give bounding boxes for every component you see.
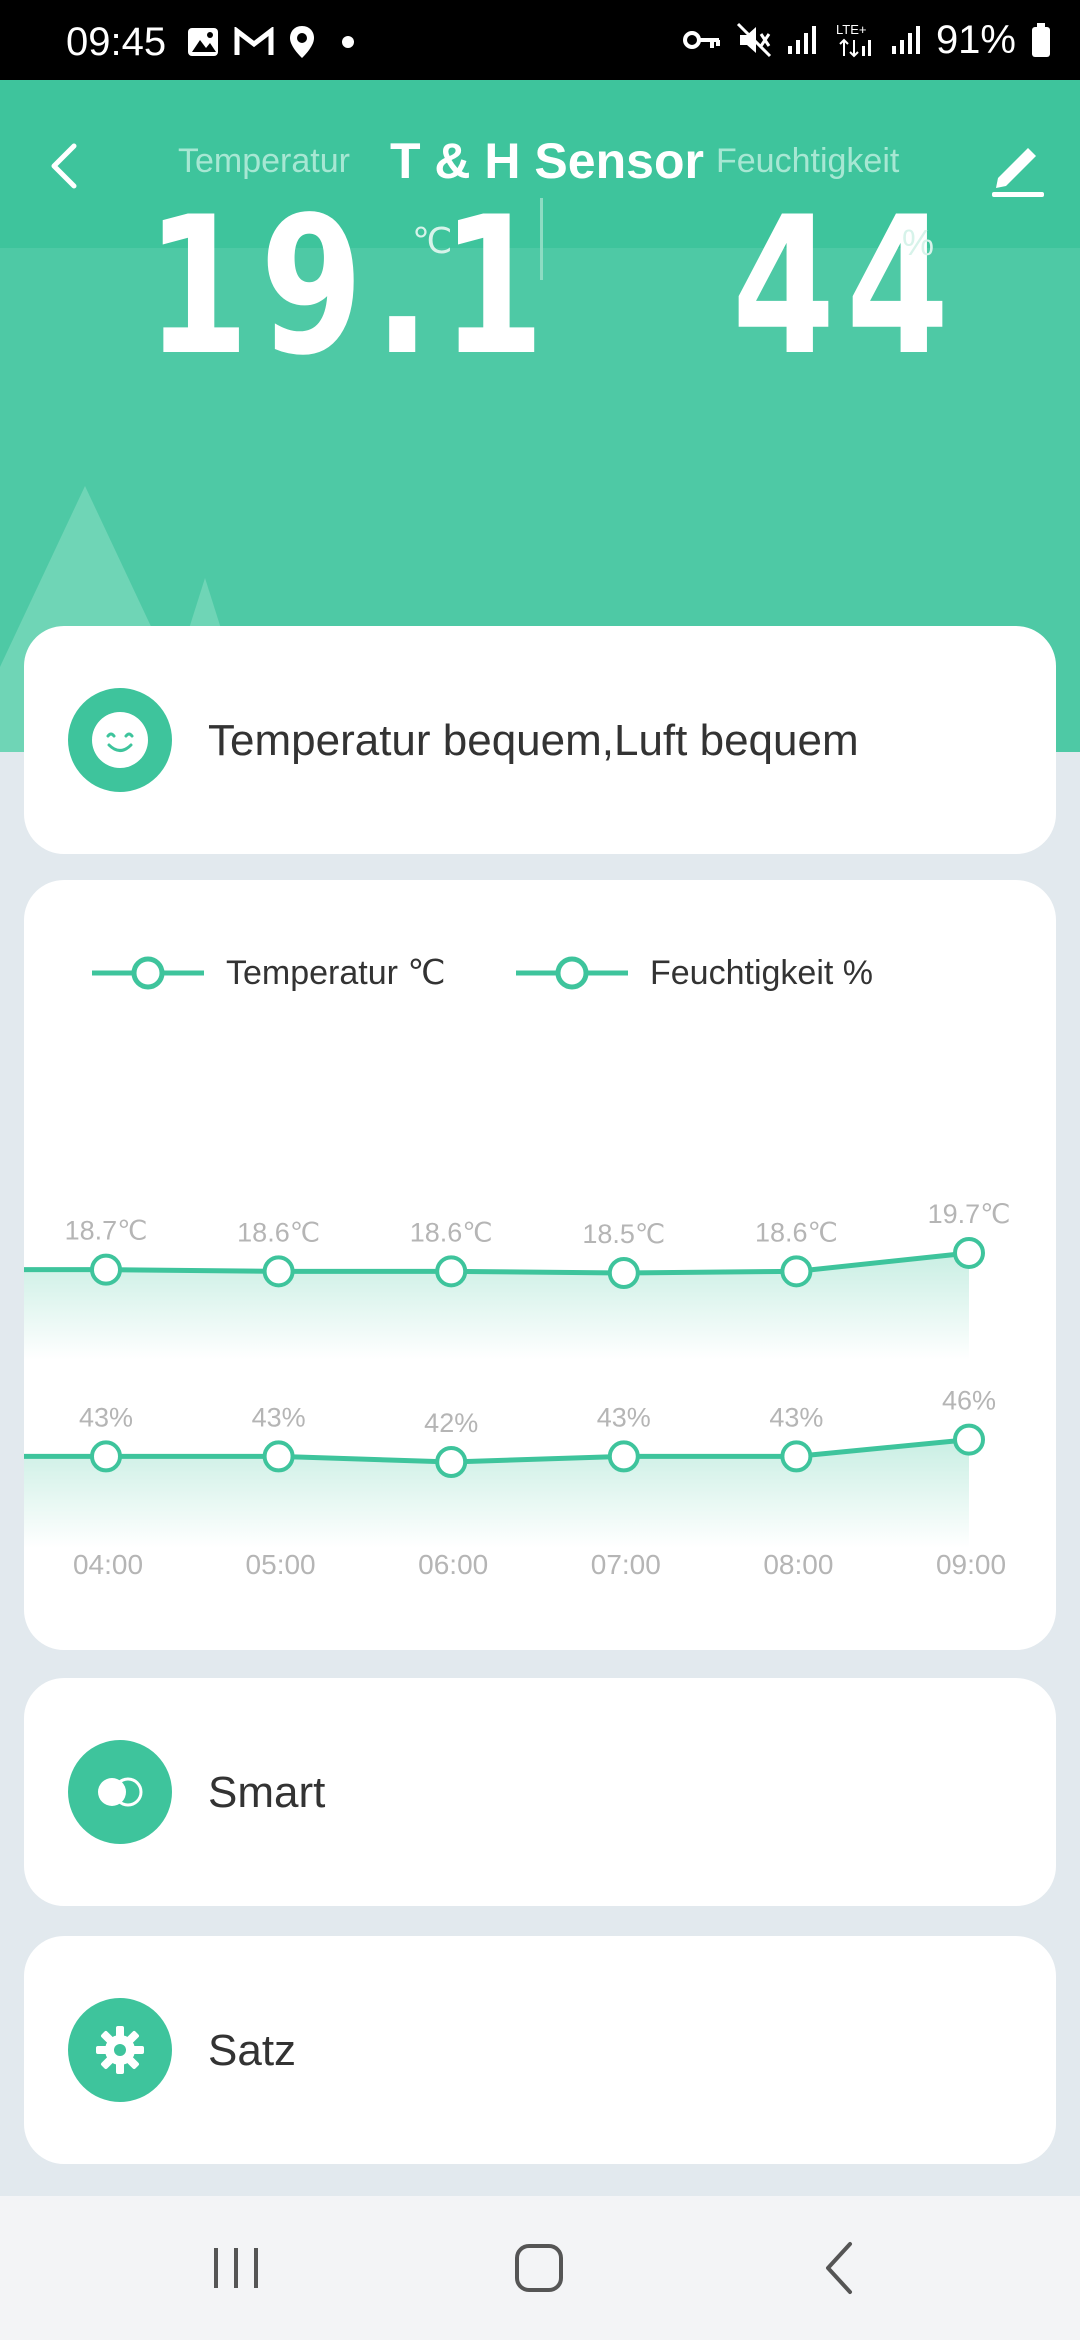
data-label: 18.7℃ <box>65 1216 148 1246</box>
x-tick-label: 04:00 <box>73 1549 143 1580</box>
temperature-value: 19.1 <box>146 176 556 397</box>
edit-button[interactable] <box>984 132 1052 200</box>
data-label: 42% <box>424 1408 478 1438</box>
header-divider <box>540 198 543 280</box>
data-point[interactable] <box>607 1440 640 1473</box>
x-tick-label: 09:00 <box>936 1549 1006 1580</box>
home-icon <box>515 2244 563 2292</box>
image-icon <box>188 28 218 56</box>
humidity-unit: % <box>902 222 935 263</box>
data-label: 43% <box>769 1402 823 1432</box>
nav-back-button[interactable] <box>800 2238 880 2298</box>
comfort-status-text: Temperatur bequem,Luft bequem <box>208 716 859 765</box>
data-label: 43% <box>252 1402 306 1432</box>
data-point[interactable] <box>262 1255 295 1288</box>
data-point[interactable] <box>90 1440 122 1473</box>
location-icon <box>290 26 314 58</box>
history-line-chart: 18.7℃ 18.6℃ 18.6℃ 18.5℃ 18.6℃ 19.7℃ 43% 43% 42% 4… <box>24 1199 1011 1580</box>
status-time: 09:45 <box>66 20 167 64</box>
temperature-unit: ℃ <box>412 220 453 261</box>
data-point[interactable] <box>435 1446 468 1478</box>
data-point[interactable] <box>780 1255 813 1288</box>
back-button[interactable] <box>36 136 96 196</box>
smart-label: Smart <box>208 1768 326 1817</box>
smart-card[interactable]: Smart <box>24 1678 1056 1906</box>
lte-icon: LTE+ <box>836 22 871 58</box>
battery-percent: 91% <box>935 17 1016 62</box>
signal-icon <box>787 26 816 54</box>
status-bar: 09:45 LTE+ 91% <box>0 0 1080 80</box>
settings-icon-circle <box>68 1998 172 2102</box>
mute-icon <box>736 22 771 58</box>
settings-label: Satz <box>208 2026 297 2075</box>
data-label: 46% <box>942 1386 996 1416</box>
data-point[interactable] <box>262 1440 295 1473</box>
data-label: 18.6℃ <box>755 1217 838 1247</box>
signal-icon <box>891 26 920 54</box>
smile-icon <box>92 712 148 768</box>
dot-icon <box>342 36 354 48</box>
settings-card[interactable]: Satz <box>24 1936 1056 2164</box>
data-label: 18.6℃ <box>410 1217 493 1247</box>
data-label: 19.7℃ <box>928 1199 1011 1229</box>
comfort-card: Temperatur bequem,Luft bequem <box>24 626 1056 854</box>
history-chart-card: Temperatur ℃ Feuchtigkeit % 18.7℃ 18.6℃ 18… <box>24 880 1056 1650</box>
battery-icon <box>1032 23 1050 57</box>
data-point[interactable] <box>435 1255 468 1288</box>
edit-pencil-icon <box>992 148 1044 197</box>
gmail-icon <box>234 27 274 55</box>
data-point[interactable] <box>607 1257 640 1289</box>
data-label: 43% <box>79 1402 133 1432</box>
data-label: 18.5℃ <box>582 1219 665 1249</box>
nav-back-icon <box>826 2242 852 2294</box>
svg-text:LTE+: LTE+ <box>836 22 866 37</box>
comfort-icon-circle <box>68 688 172 792</box>
data-point[interactable] <box>953 1423 985 1456</box>
smart-icon-circle <box>68 1740 172 1844</box>
x-tick-label: 05:00 <box>246 1549 316 1580</box>
data-label: 43% <box>597 1402 651 1432</box>
recent-apps-button[interactable] <box>196 2238 276 2298</box>
humidity-value: 44 <box>732 176 961 397</box>
home-button[interactable] <box>500 2238 580 2298</box>
vpn-key-icon <box>682 31 720 49</box>
recent-apps-icon <box>214 2248 258 2288</box>
series-line-0 <box>24 1250 970 1276</box>
data-label: 18.6℃ <box>237 1217 320 1247</box>
x-tick-label: 06:00 <box>418 1549 488 1580</box>
x-tick-label: 07:00 <box>591 1549 661 1580</box>
back-arrow-icon <box>51 143 77 189</box>
toggle-icon <box>98 1777 143 1807</box>
data-point[interactable] <box>953 1236 985 1269</box>
gear-icon <box>96 2026 144 2074</box>
data-point[interactable] <box>780 1440 813 1473</box>
x-tick-label: 08:00 <box>763 1549 833 1580</box>
system-nav-bar <box>0 2196 1080 2340</box>
data-point[interactable] <box>90 1253 122 1286</box>
